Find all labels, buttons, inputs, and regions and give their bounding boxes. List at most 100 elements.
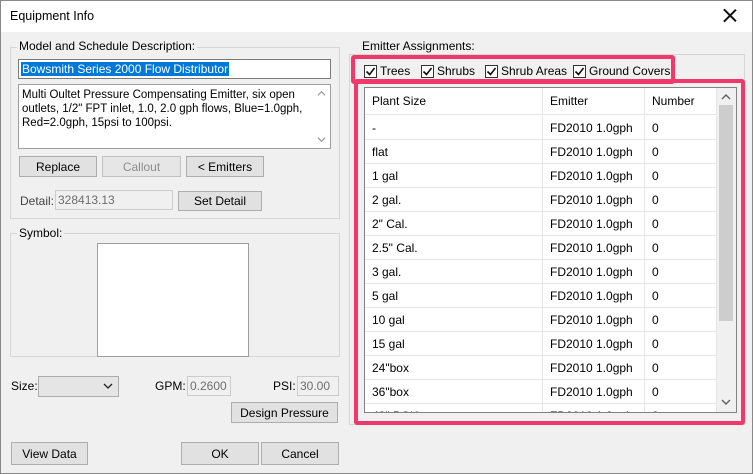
equipment-info-dialog: Equipment Info Model and Schedule Descri… — [0, 0, 753, 474]
scroll-thumb[interactable] — [719, 105, 733, 321]
filter-label: Shrubs — [437, 64, 476, 78]
checkbox-icon[interactable] — [421, 64, 434, 78]
cell-plant-size[interactable]: - — [365, 116, 543, 140]
cell-emitter[interactable]: FD2010 1.0gph — [543, 308, 645, 332]
checkbox-icon[interactable] — [364, 64, 377, 78]
set-detail-button[interactable]: Set Detail — [178, 191, 262, 211]
table-row[interactable]: 36"box FD2010 1.0gph 0 — [365, 380, 717, 404]
cell-emitter[interactable]: FD2010 1.0gph — [543, 404, 645, 412]
cell-emitter[interactable]: FD2010 1.0gph — [543, 236, 645, 260]
psi-field[interactable]: 30.00 — [297, 376, 339, 396]
table-row[interactable]: 1 gal FD2010 1.0gph 0 — [365, 164, 717, 188]
close-icon[interactable] — [720, 6, 740, 26]
scroll-down-icon[interactable] — [317, 135, 326, 144]
column-header-emitter[interactable]: Emitter — [543, 88, 645, 115]
table-row[interactable]: 2.5" Cal. FD2010 1.0gph 0 — [365, 236, 717, 260]
window-title: Equipment Info — [10, 9, 95, 23]
description-textarea[interactable]: Multi Oultet Pressure Compensating Emitt… — [18, 84, 331, 149]
size-select[interactable] — [38, 376, 119, 397]
table-row[interactable]: 3 gal. FD2010 1.0gph 0 — [365, 260, 717, 284]
cell-emitter[interactable]: FD2010 1.0gph — [543, 140, 645, 164]
checkbox-icon[interactable] — [485, 64, 498, 78]
cell-number[interactable]: 0 — [645, 284, 717, 308]
emitter-assignments-legend: Emitter Assignments: — [360, 39, 477, 53]
cell-number[interactable]: 0 — [645, 140, 717, 164]
view-data-button[interactable]: View Data — [11, 442, 88, 465]
cell-number[interactable]: 0 — [645, 404, 717, 412]
description-scrollbar[interactable] — [314, 86, 329, 147]
table-row[interactable]: 10 gal FD2010 1.0gph 0 — [365, 308, 717, 332]
cell-emitter[interactable]: FD2010 1.0gph — [543, 284, 645, 308]
cell-emitter[interactable]: FD2010 1.0gph — [543, 260, 645, 284]
cancel-button[interactable]: Cancel — [261, 442, 339, 465]
cell-number[interactable]: 0 — [645, 332, 717, 356]
cell-plant-size[interactable]: 3 gal. — [365, 260, 543, 284]
cell-number[interactable]: 0 — [645, 356, 717, 380]
cell-number[interactable]: 0 — [645, 212, 717, 236]
model-name-text: Bowsmith Series 2000 Flow Distributor — [21, 62, 230, 76]
cell-plant-size[interactable]: 1 gal — [365, 164, 543, 188]
symbol-legend: Symbol: — [17, 226, 65, 240]
cell-plant-size[interactable]: 2 gal. — [365, 188, 543, 212]
table-row[interactable]: 2" Cal. FD2010 1.0gph 0 — [365, 212, 717, 236]
cell-plant-size[interactable]: 10 gal — [365, 308, 543, 332]
cell-number[interactable]: 0 — [645, 164, 717, 188]
cell-emitter[interactable]: FD2010 1.0gph — [543, 356, 645, 380]
cell-plant-size[interactable]: 5 gal — [365, 284, 543, 308]
table-row[interactable]: - FD2010 1.0gph 0 — [365, 116, 717, 140]
table-row[interactable]: 15 gal FD2010 1.0gph 0 — [365, 332, 717, 356]
cell-number[interactable]: 0 — [645, 260, 717, 284]
gpm-label: GPM: — [155, 379, 186, 393]
design-pressure-button[interactable]: Design Pressure — [231, 402, 338, 423]
cell-emitter[interactable]: FD2010 1.0gph — [543, 212, 645, 236]
cell-emitter[interactable]: FD2010 1.0gph — [543, 188, 645, 212]
cell-plant-size[interactable]: flat — [365, 140, 543, 164]
cell-emitter[interactable]: FD2010 1.0gph — [543, 164, 645, 188]
column-header-plant-size[interactable]: Plant Size — [365, 88, 543, 115]
table-row[interactable]: flat FD2010 1.0gph 0 — [365, 140, 717, 164]
chevron-down-icon — [103, 383, 113, 389]
detail-field[interactable]: 328413.13 — [55, 190, 173, 210]
model-name-field[interactable]: Bowsmith Series 2000 Flow Distributor — [18, 59, 331, 79]
table-row[interactable]: 5 gal FD2010 1.0gph 0 — [365, 284, 717, 308]
gpm-field[interactable]: 0.2600 — [187, 376, 231, 396]
cell-number[interactable]: 0 — [645, 308, 717, 332]
cell-plant-size[interactable]: 2.5" Cal. — [365, 236, 543, 260]
table-row[interactable]: 48" BOXFD2010 1.0gph0 — [365, 404, 717, 412]
cell-number[interactable]: 0 — [645, 236, 717, 260]
cell-number[interactable]: 0 — [645, 380, 717, 404]
scroll-down-icon[interactable] — [721, 397, 731, 407]
scroll-up-icon[interactable] — [721, 92, 731, 102]
grid-scrollbar[interactable] — [717, 88, 736, 412]
filter-ground-covers[interactable]: Ground Covers — [573, 63, 670, 79]
cell-plant-size[interactable]: 24"box — [365, 356, 543, 380]
table-row[interactable]: 2 gal. FD2010 1.0gph 0 — [365, 188, 717, 212]
filter-shrub-areas[interactable]: Shrub Areas — [485, 63, 567, 79]
cell-emitter[interactable]: FD2010 1.0gph — [543, 332, 645, 356]
filter-trees[interactable]: Trees — [364, 63, 410, 79]
cell-number[interactable]: 0 — [645, 188, 717, 212]
callout-button[interactable]: Callout — [102, 156, 181, 177]
cell-emitter[interactable]: FD2010 1.0gph — [543, 116, 645, 140]
size-label: Size: — [11, 379, 38, 393]
psi-label: PSI: — [273, 379, 296, 393]
filter-label: Shrub Areas — [501, 64, 568, 78]
filter-label: Trees — [380, 64, 411, 78]
model-description-legend: Model and Schedule Description: — [17, 39, 198, 53]
filter-shrubs[interactable]: Shrubs — [421, 63, 475, 79]
grid-body: - FD2010 1.0gph 0 flat FD2010 1.0gph 0 1 gal FD… — [365, 116, 717, 412]
cell-emitter[interactable]: FD2010 1.0gph — [543, 380, 645, 404]
checkbox-icon[interactable] — [573, 64, 586, 78]
cell-plant-size[interactable]: 48" BOX — [365, 404, 543, 412]
replace-button[interactable]: Replace — [19, 156, 97, 177]
column-header-number[interactable]: Number — [645, 88, 717, 115]
filter-label: Ground Covers — [589, 64, 671, 78]
cell-plant-size[interactable]: 36"box — [365, 380, 543, 404]
cell-plant-size[interactable]: 15 gal — [365, 332, 543, 356]
cell-number[interactable]: 0 — [645, 116, 717, 140]
cell-plant-size[interactable]: 2" Cal. — [365, 212, 543, 236]
emitters-button[interactable]: < Emitters — [186, 156, 264, 177]
scroll-up-icon[interactable] — [317, 89, 326, 98]
ok-button[interactable]: OK — [181, 442, 259, 465]
table-row[interactable]: 24"box FD2010 1.0gph 0 — [365, 356, 717, 380]
